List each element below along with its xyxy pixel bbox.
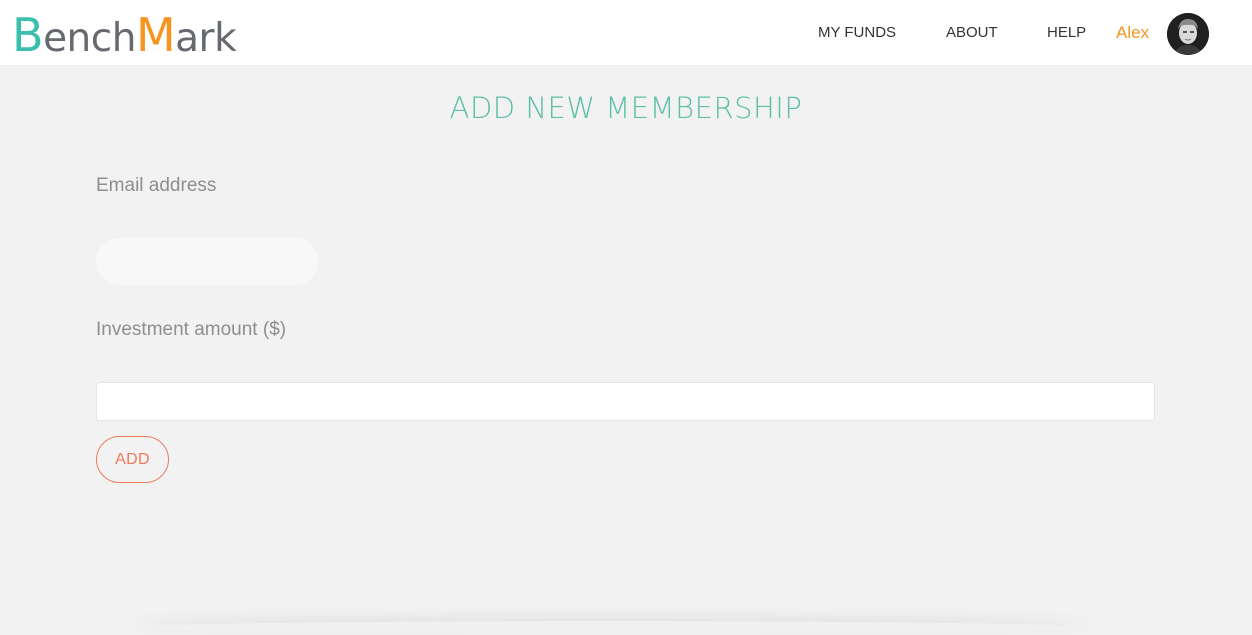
page-title: ADD NEW MEMBERSHIP [449, 91, 803, 125]
logo-letter-m: M [135, 8, 176, 62]
logo-text-ench: ench [43, 16, 136, 61]
footer-shadow-divider [130, 621, 1090, 635]
nav-my-funds-link[interactable]: MY FUNDS [818, 24, 896, 42]
email-address-label: Email address [96, 175, 217, 196]
add-button[interactable]: ADD [96, 436, 169, 483]
logo-text-ark: ark [175, 16, 237, 61]
user-avatar-image [1167, 13, 1209, 55]
nav-help-link[interactable]: HELP [1047, 24, 1086, 42]
investment-amount-label: Investment amount ($) [96, 319, 287, 340]
email-address-input[interactable] [96, 238, 318, 285]
top-navigation-bar: BenchMark MY FUNDS ABOUT HELP Alex [0, 0, 1252, 65]
user-name-link[interactable]: Alex [1116, 23, 1149, 43]
benchmark-logo[interactable]: BenchMark [12, 12, 237, 62]
user-avatar[interactable] [1167, 13, 1209, 55]
nav-about-link[interactable]: ABOUT [946, 24, 998, 42]
investment-amount-input[interactable] [96, 382, 1155, 421]
logo-letter-b: B [12, 8, 44, 62]
